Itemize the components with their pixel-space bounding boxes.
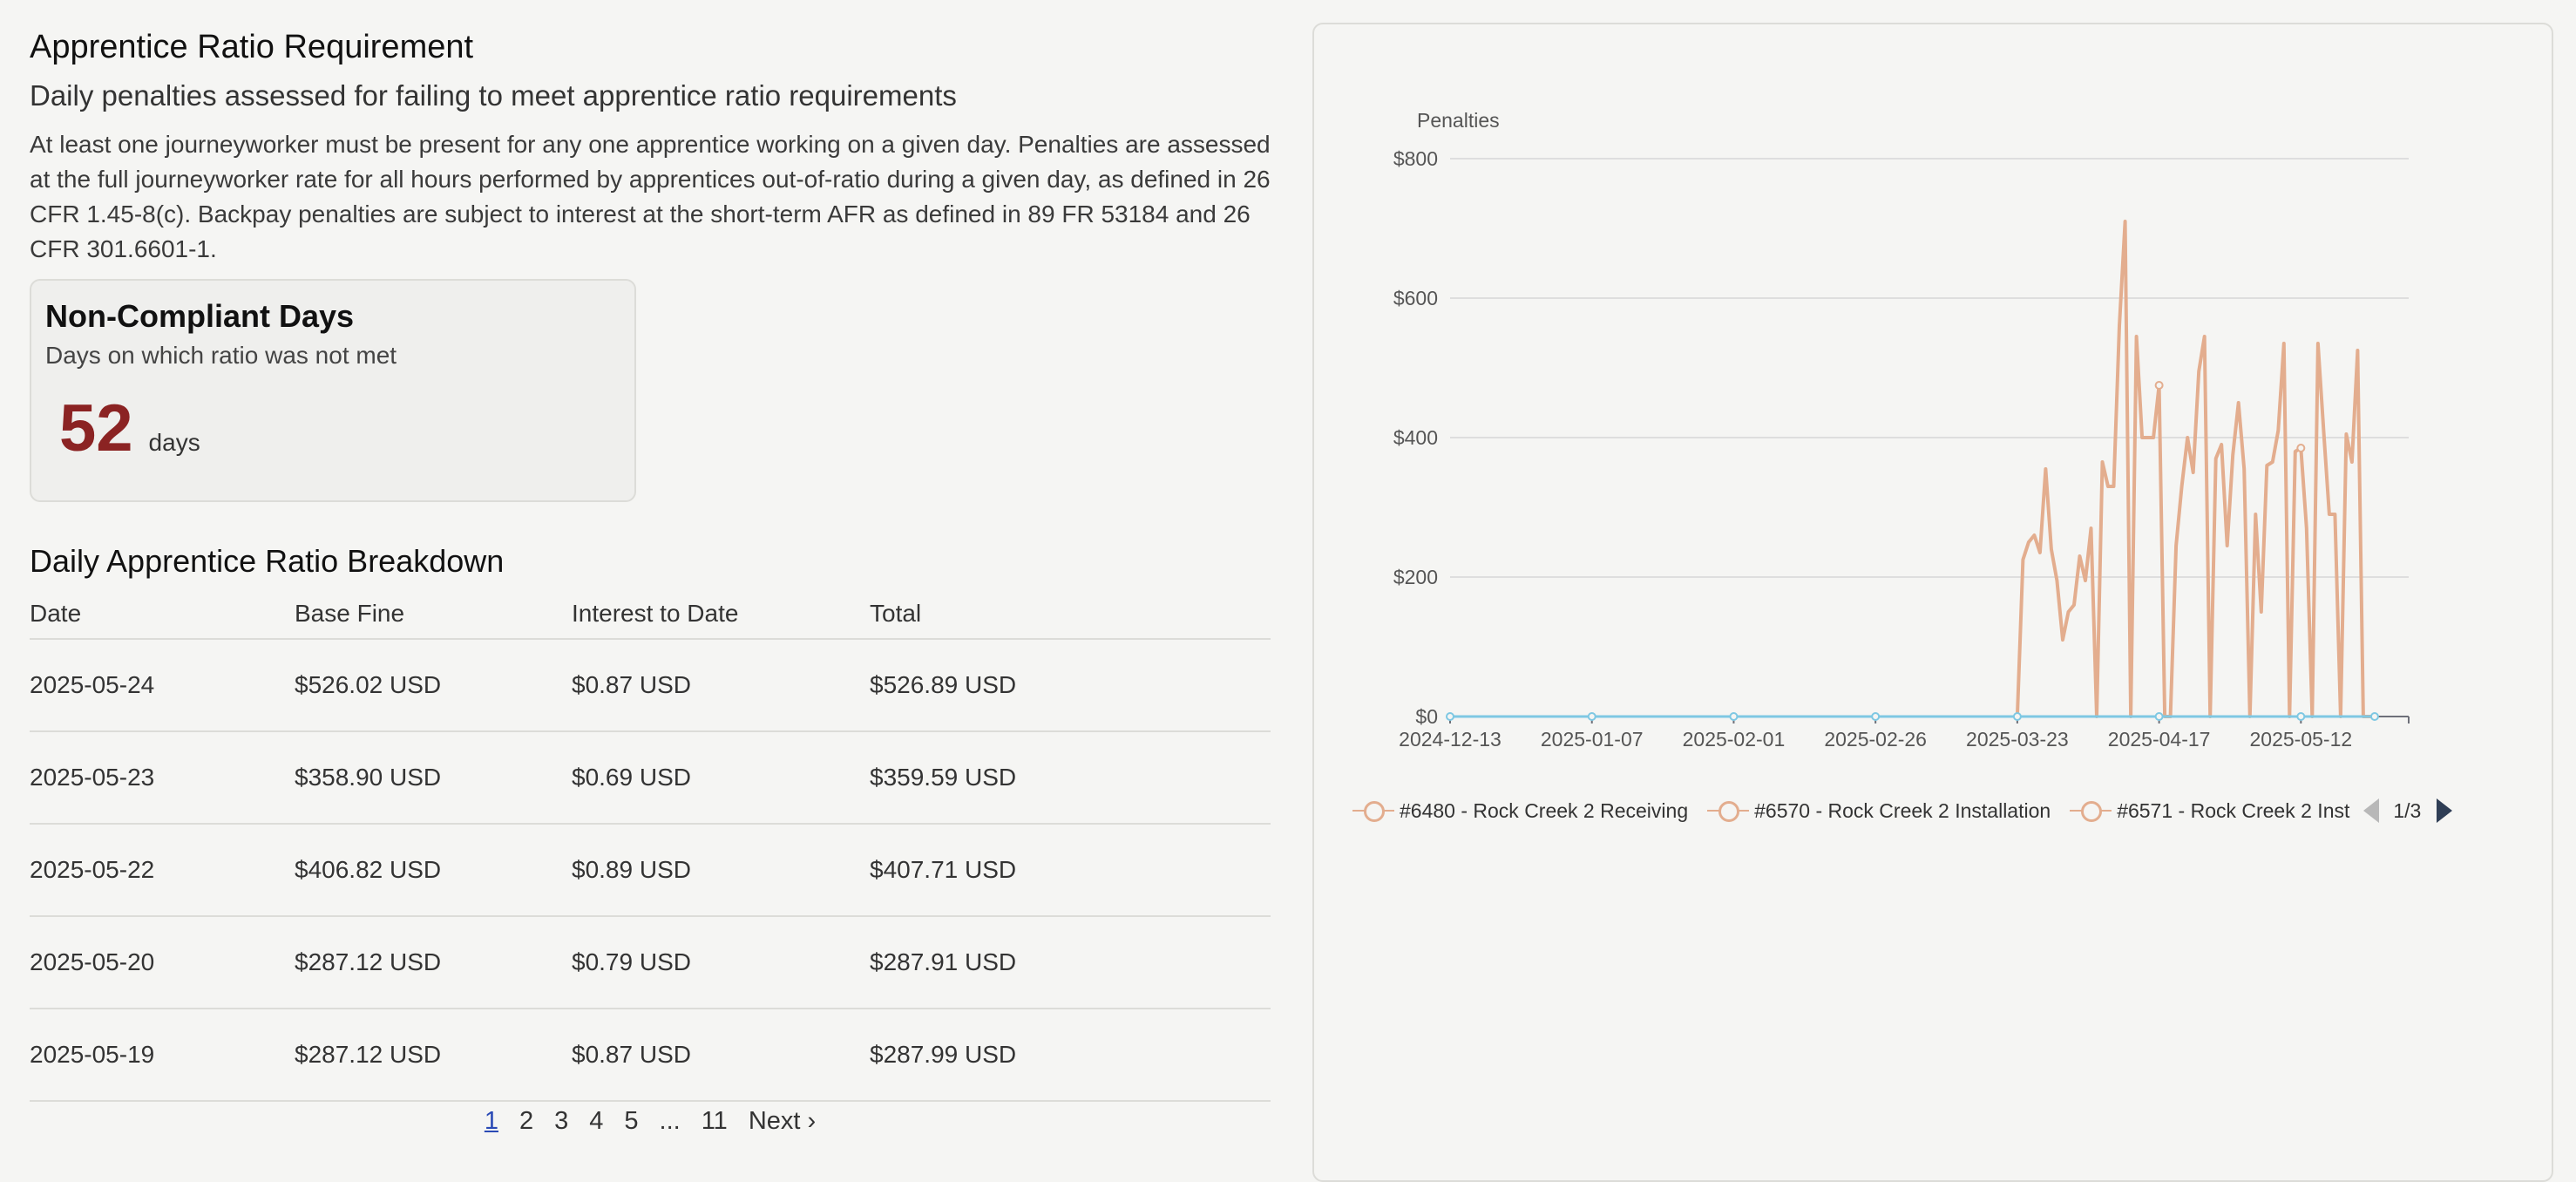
cell-interest: $0.69 USD: [572, 731, 870, 825]
x-tick-label: 2025-01-07: [1541, 728, 1644, 751]
legend-label: #6480 - Rock Creek 2 Receiving: [1400, 798, 1689, 822]
page-ellipsis: ...: [659, 1107, 681, 1135]
cell-base-fine: $526.02 USD: [295, 639, 572, 732]
x-tick-label: 2025-02-26: [1824, 728, 1927, 751]
non-compliant-days-count: 52: [59, 391, 133, 465]
legend-label: #6571 - Rock Creek 2 Inst: [2117, 798, 2350, 822]
y-tick-label: $200: [1393, 566, 1438, 588]
page-link-5[interactable]: 5: [613, 1104, 648, 1138]
y-axis-label: Penalties: [1417, 109, 1500, 132]
x-tick-label: 2025-03-23: [1966, 728, 2069, 751]
table-row: 2025-05-23 $358.90 USD $0.69 USD $359.59…: [30, 731, 1271, 825]
next-page-link[interactable]: Next ›: [738, 1104, 826, 1138]
legend-item[interactable]: #6480 - Rock Creek 2 Receiving: [1352, 799, 1688, 823]
data-point: [2154, 712, 2164, 721]
y-tick-label: $400: [1393, 426, 1438, 449]
card-title: Non-Compliant Days: [45, 298, 355, 334]
requirement-description: At least one journeyworker must be prese…: [30, 131, 1271, 262]
table-header-row: Date Base Fine Interest to Date Total: [30, 589, 1271, 640]
data-point: [2369, 712, 2379, 721]
legend-pager: 1/3: [2363, 798, 2453, 823]
penalties-line-chart: Penalties $0 $200 $400 $600 $800 2024-12-13 202…: [1393, 109, 2410, 751]
series-line: [2015, 220, 2375, 718]
legend-item[interactable]: #6570 - Rock Creek 2 Installation: [1707, 799, 2051, 823]
column-header-total: Total: [870, 589, 1271, 640]
cell-date: 2025-05-20: [30, 916, 295, 1009]
legend-marker-icon: [1707, 800, 1750, 822]
chart-legend: #6480 - Rock Creek 2 Receiving #6570 - R…: [1352, 798, 2453, 823]
chart-panel: Penalties $0 $200 $400 $600 $800 2024-12-13 202…: [1312, 23, 2553, 1182]
data-point: [1587, 712, 1596, 721]
table-row: 2025-05-20 $287.12 USD $0.79 USD $287.91…: [30, 916, 1271, 1009]
y-tick-label: $600: [1393, 287, 1438, 309]
page-title: Apprentice Ratio Requirement: [30, 29, 474, 65]
cell-total: $407.71 USD: [870, 824, 1271, 917]
card-value-row: 52 days: [45, 392, 620, 465]
cell-total: $359.59 USD: [870, 731, 1271, 825]
non-compliant-days-card: Non-Compliant Days Days on which ratio w…: [30, 279, 636, 502]
page-link-3[interactable]: 3: [544, 1104, 579, 1138]
y-tick-label: $0: [1415, 705, 1438, 728]
cell-base-fine: $287.12 USD: [295, 916, 572, 1009]
cell-total: $287.91 USD: [870, 916, 1271, 1009]
x-tick-label: 2025-05-12: [2250, 728, 2353, 751]
table-row: 2025-05-22 $406.82 USD $0.89 USD $407.71…: [30, 824, 1271, 917]
page-subtitle: Daily penalties assessed for failing to …: [30, 79, 957, 112]
pagination: 1 2 3 4 5 ... 11 Next ›: [30, 1104, 1271, 1138]
legend-next-icon[interactable]: [2437, 798, 2453, 823]
table-row: 2025-05-19 $287.12 USD $0.87 USD $287.99…: [30, 1009, 1271, 1102]
cell-date: 2025-05-22: [30, 824, 295, 917]
data-point: [2154, 381, 2164, 390]
column-header-base-fine: Base Fine: [295, 589, 572, 640]
y-tick-label: $800: [1393, 147, 1438, 170]
x-tick-label: 2025-04-17: [2108, 728, 2211, 751]
page-link-11[interactable]: 11: [691, 1104, 738, 1138]
cell-interest: $0.87 USD: [572, 1009, 870, 1102]
legend-item[interactable]: #6571 - Rock Creek 2 Inst: [2070, 799, 2349, 823]
page-link-2[interactable]: 2: [509, 1104, 544, 1138]
legend-marker-icon: [2070, 800, 2112, 822]
x-tick-label: 2025-02-01: [1683, 728, 1786, 751]
cell-base-fine: $287.12 USD: [295, 1009, 572, 1102]
column-header-date: Date: [30, 589, 295, 640]
legend-prev-icon[interactable]: [2363, 798, 2380, 823]
cell-interest: $0.89 USD: [572, 824, 870, 917]
legend-page-indicator: 1/3: [2393, 798, 2422, 822]
cell-base-fine: $358.90 USD: [295, 731, 572, 825]
table-row: 2025-05-24 $526.02 USD $0.87 USD $526.89…: [30, 639, 1271, 732]
legend-label: #6570 - Rock Creek 2 Installation: [1754, 798, 2051, 822]
data-point: [2012, 712, 2022, 721]
legend-marker-icon: [1352, 800, 1394, 822]
breakdown-table: Date Base Fine Interest to Date Total 20…: [30, 589, 1271, 1102]
breakdown-title: Daily Apprentice Ratio Breakdown: [30, 543, 505, 579]
non-compliant-days-unit: days: [148, 429, 200, 456]
cell-date: 2025-05-24: [30, 639, 295, 732]
page-link-1[interactable]: 1: [474, 1104, 509, 1138]
data-point: [1871, 712, 1881, 721]
cell-total: $287.99 USD: [870, 1009, 1271, 1102]
cell-total: $526.89 USD: [870, 639, 1271, 732]
data-point: [1729, 712, 1739, 721]
data-point: [2296, 444, 2306, 452]
cell-date: 2025-05-23: [30, 731, 295, 825]
column-header-interest: Interest to Date: [572, 589, 870, 640]
cell-interest: $0.87 USD: [572, 639, 870, 732]
left-column: Apprentice Ratio Requirement Daily penal…: [30, 24, 1271, 1138]
x-tick-label: 2024-12-13: [1399, 728, 1502, 751]
cell-base-fine: $406.82 USD: [295, 824, 572, 917]
card-subtitle: Days on which ratio was not met: [45, 342, 397, 369]
cell-date: 2025-05-19: [30, 1009, 295, 1102]
cell-interest: $0.79 USD: [572, 916, 870, 1009]
data-point: [1446, 712, 1454, 721]
data-point: [2296, 712, 2306, 721]
page-link-4[interactable]: 4: [579, 1104, 613, 1138]
